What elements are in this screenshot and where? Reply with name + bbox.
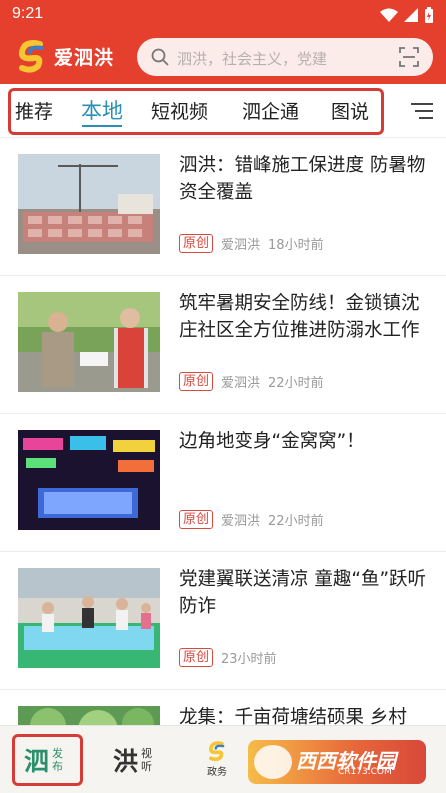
news-title: 党建翼联送清凉 童趣“鱼”跃听防诈 — [179, 569, 427, 617]
news-time: 23小时前 — [221, 652, 277, 667]
original-badge: 原创 — [179, 234, 214, 253]
tab-short-video[interactable]: 短视频 — [151, 97, 208, 124]
tab-photo-story[interactable]: 图说 — [331, 97, 369, 124]
news-title: 边角地变身“金窝窝”！ — [179, 431, 365, 452]
app-header: 爱泗洪 泗洪，社会主义，党建 — [0, 34, 446, 82]
search-icon — [151, 48, 169, 66]
app-logo[interactable]: 爱泗洪 — [14, 38, 114, 74]
news-thumbnail — [18, 292, 160, 392]
news-meta: 原创 爱泗洪 18小时前 — [179, 234, 324, 253]
news-item[interactable]: 泗洪：错峰施工保进度 防暑物资全覆盖 原创 爱泗洪 18小时前 — [0, 138, 446, 276]
news-source: 爱泗洪 — [221, 238, 261, 253]
nav-small-chars: 视 听 — [141, 747, 152, 773]
nav-small-top: 发 — [52, 747, 64, 760]
channel-tabs: 推荐 本地 短视频 泗企通 图说 — [0, 84, 446, 138]
channel-menu-icon[interactable] — [411, 102, 433, 120]
nav-small-bottom: 听 — [141, 760, 153, 773]
active-tab-indicator — [82, 125, 122, 127]
app-logo-icon — [18, 40, 44, 73]
original-badge: 原创 — [179, 510, 214, 529]
watermark-sub: CR173.COM — [338, 767, 392, 777]
gov-logo-icon — [209, 741, 225, 762]
nav-small-chars: 发 布 — [52, 747, 63, 773]
battery-icon — [425, 7, 433, 23]
nav-small-bottom: 布 — [52, 760, 64, 773]
status-icons — [380, 7, 434, 23]
nav-big-char: 洪 — [113, 747, 139, 776]
news-thumbnail — [18, 430, 160, 530]
status-bar: 9:21 — [0, 0, 446, 30]
news-thumbnail — [18, 568, 160, 668]
news-item[interactable]: 边角地变身“金窝窝”！ 原创 爱泗洪 22小时前 — [0, 414, 446, 552]
original-badge: 原创 — [179, 372, 214, 391]
news-item[interactable]: 筑牢暑期安全防线！金锁镇沈庄社区全方位推进防溺水工作 原创 爱泗洪 22小时前 — [0, 276, 446, 414]
nav-label: 政务 — [207, 767, 227, 778]
watermark-logo-icon — [254, 745, 292, 779]
tab-siqitong[interactable]: 泗企通 — [242, 97, 299, 124]
news-meta: 原创 爱泗洪 22小时前 — [179, 372, 324, 391]
tab-recommend[interactable]: 推荐 — [15, 97, 53, 124]
status-time: 9:21 — [12, 5, 44, 22]
news-meta: 原创 爱泗洪 22小时前 — [179, 510, 324, 529]
news-source: 爱泗洪 — [221, 514, 261, 529]
news-source: 爱泗洪 — [221, 376, 261, 391]
scan-icon[interactable] — [399, 47, 419, 67]
search-input[interactable]: 泗洪，社会主义，党建 — [137, 38, 433, 76]
wifi-icon — [380, 8, 398, 22]
tab-local[interactable]: 本地 — [81, 95, 123, 125]
original-badge: 原创 — [179, 648, 214, 667]
news-title: 泗洪：错峰施工保进度 防暑物资全覆盖 — [179, 155, 426, 203]
news-meta: 原创 23小时前 — [179, 648, 277, 667]
nav-big-char: 泗 — [24, 747, 50, 776]
search-placeholder: 泗洪，社会主义，党建 — [177, 50, 328, 68]
nav-item-sihong-publish[interactable]: 泗 发 布 — [24, 742, 63, 778]
nav-item-government[interactable]: 政务 — [206, 740, 228, 778]
news-title: 筑牢暑期安全防线！金锁镇沈庄社区全方位推进防溺水工作 — [179, 293, 420, 341]
news-item[interactable]: 党建翼联送清凉 童趣“鱼”跃听防诈 原创 23小时前 — [0, 552, 446, 690]
news-time: 22小时前 — [268, 376, 324, 391]
news-time: 22小时前 — [268, 514, 324, 529]
app-name: 爱泗洪 — [54, 46, 115, 69]
news-thumbnail — [18, 154, 160, 254]
signal-icon — [404, 8, 418, 22]
news-time: 18小时前 — [268, 238, 324, 253]
nav-item-hong-media[interactable]: 洪 视 听 — [113, 742, 152, 778]
nav-small-top: 视 — [141, 747, 153, 760]
